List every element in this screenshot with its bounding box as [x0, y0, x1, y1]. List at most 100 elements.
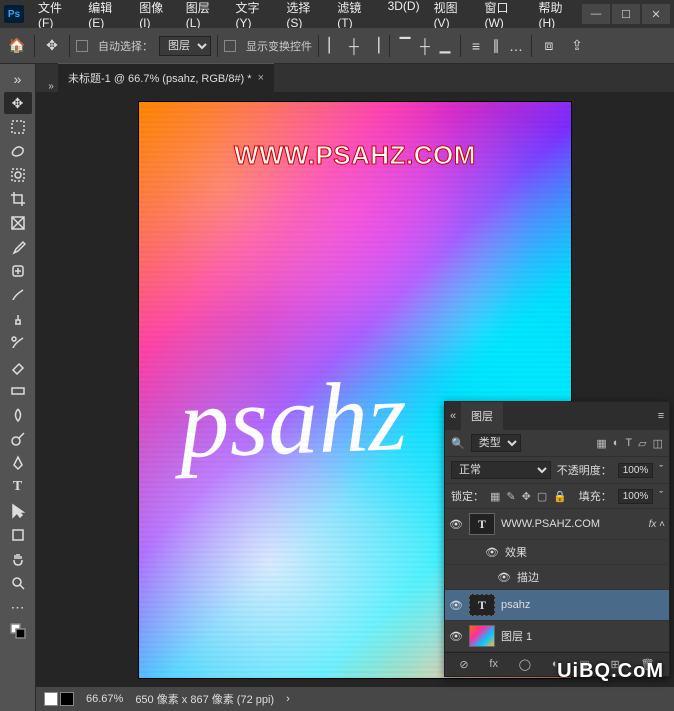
pen-tool[interactable]	[4, 452, 32, 474]
panel-menu-icon[interactable]: ≡	[653, 410, 669, 422]
fill-value[interactable]: 100%	[618, 489, 654, 504]
lock-label: 锁定：	[451, 488, 484, 504]
effect-name: 描边	[517, 569, 539, 585]
layer-item[interactable]: 👁 T psahz	[445, 590, 669, 621]
blend-mode-select[interactable]: 正常	[451, 461, 551, 479]
tab-title: 未标题-1 @ 66.7% (psahz, RGB/8#) *	[68, 70, 252, 86]
eraser-tool[interactable]	[4, 356, 32, 378]
align-right-icon[interactable]: ▕	[365, 35, 383, 57]
type-tool[interactable]: T	[4, 476, 32, 498]
layer-effect-item[interactable]: 👁 描边	[445, 565, 669, 590]
info-chevron-icon[interactable]: ›	[286, 693, 290, 705]
align-top-icon[interactable]: ▔	[396, 35, 414, 57]
filter-pixel-icon[interactable]: ▦	[596, 437, 606, 450]
distribute-v-icon[interactable]: ∥	[487, 35, 505, 57]
fill-label: 填充：	[579, 488, 612, 504]
opacity-label: 不透明度：	[557, 462, 612, 478]
visibility-icon[interactable]: 👁	[497, 571, 511, 584]
layers-panel-title[interactable]: 图层	[461, 402, 503, 430]
layer-name[interactable]: psahz	[501, 599, 530, 611]
filter-shape-icon[interactable]: ▱	[638, 437, 646, 450]
options-bar: 🏠 ✥ 自动选择： 图层 显示变换控件 ▏ ┼ ▕ ▔ ┼ ▁ ≡ ∥ … ⧈ …	[0, 28, 674, 64]
layer-thumb-type-icon: T	[469, 513, 495, 535]
color-swatches[interactable]	[4, 620, 32, 642]
stamp-tool[interactable]	[4, 308, 32, 330]
layer-item[interactable]: 👁 T WWW.PSAHZ.COM fx ˄	[445, 509, 669, 540]
align-center-v-icon[interactable]: ┼	[416, 35, 434, 57]
dodge-tool[interactable]	[4, 428, 32, 450]
close-tab-icon[interactable]: ×	[258, 72, 264, 84]
home-icon[interactable]: 🏠	[6, 35, 28, 57]
visibility-icon[interactable]: 👁	[485, 546, 499, 559]
lock-position-icon[interactable]: ✥	[522, 490, 531, 503]
edit-toolbar-icon[interactable]: ⋯	[4, 596, 32, 618]
window-max-icon[interactable]: ☐	[612, 4, 640, 24]
lock-pixels-icon[interactable]: ▦	[490, 490, 500, 503]
share-icon[interactable]: ⇪	[566, 35, 588, 57]
shape-tool[interactable]	[4, 524, 32, 546]
opacity-chevron-icon[interactable]: ˇ	[659, 464, 663, 476]
document-tab[interactable]: 未标题-1 @ 66.7% (psahz, RGB/8#) * ×	[58, 63, 274, 92]
blur-tool[interactable]	[4, 404, 32, 426]
hand-tool[interactable]	[4, 548, 32, 570]
link-layers-icon[interactable]: ⊘	[459, 658, 468, 671]
marquee-tool[interactable]	[4, 116, 32, 138]
lock-brush-icon[interactable]: ✎	[506, 490, 515, 503]
visibility-icon[interactable]: 👁	[449, 518, 463, 531]
collapse-panels-icon[interactable]: »	[44, 81, 58, 92]
panel-collapse-icon[interactable]: «	[445, 410, 461, 422]
lock-all-icon[interactable]: 🔒	[553, 490, 567, 503]
layer-item[interactable]: 👁 图层 1	[445, 621, 669, 652]
app-logo: Ps	[4, 5, 24, 23]
auto-select-checkbox[interactable]	[76, 40, 88, 52]
path-select-tool[interactable]	[4, 500, 32, 522]
layer-effects-header[interactable]: 👁 效果	[445, 540, 669, 565]
tools-panel: » ✥ T ⋯	[0, 64, 36, 711]
bg-color-swatch[interactable]	[60, 692, 74, 706]
auto-select-label: 自动选择：	[98, 38, 153, 54]
eyedropper-tool[interactable]	[4, 236, 32, 258]
layer-name[interactable]: 图层 1	[501, 628, 532, 644]
crop-tool[interactable]	[4, 188, 32, 210]
align-bottom-icon[interactable]: ▁	[436, 35, 454, 57]
filter-smart-icon[interactable]: ◫	[653, 437, 663, 450]
visibility-icon[interactable]: 👁	[449, 630, 463, 643]
auto-select-target[interactable]: 图层	[159, 36, 211, 56]
layer-mask-icon[interactable]: ◯	[519, 658, 531, 671]
window-min-icon[interactable]: —	[582, 4, 610, 24]
layer-name[interactable]: WWW.PSAHZ.COM	[501, 518, 600, 530]
window-close-icon[interactable]: ✕	[642, 4, 670, 24]
lock-artboard-icon[interactable]: ▢	[537, 490, 547, 503]
3d-mode-icon[interactable]: ⧈	[538, 35, 560, 57]
zoom-level[interactable]: 66.67%	[86, 693, 123, 705]
quick-select-tool[interactable]	[4, 164, 32, 186]
filter-type-icon[interactable]: T	[625, 437, 632, 449]
collapse-icon[interactable]: »	[4, 68, 32, 90]
distribute-h-icon[interactable]: ≡	[467, 35, 485, 57]
effects-label: 效果	[505, 544, 527, 560]
filter-adjust-icon[interactable]: ◐	[613, 437, 620, 449]
frame-tool[interactable]	[4, 212, 32, 234]
layer-filter-select[interactable]: 类型	[471, 434, 521, 452]
zoom-tool[interactable]	[4, 572, 32, 594]
show-transform-checkbox[interactable]	[224, 40, 236, 52]
layer-fx-badge[interactable]: fx ˄	[649, 519, 665, 530]
align-center-h-icon[interactable]: ┼	[345, 35, 363, 57]
fill-chevron-icon[interactable]: ˇ	[659, 490, 663, 502]
layer-style-icon[interactable]: fx	[489, 658, 498, 671]
more-align-icon[interactable]: …	[507, 35, 525, 57]
move-tool-icon[interactable]: ✥	[41, 35, 63, 57]
canvas-text-url: WWW.PSAHZ.COM	[139, 140, 571, 171]
gradient-tool[interactable]	[4, 380, 32, 402]
healing-tool[interactable]	[4, 260, 32, 282]
layer-thumb-image	[469, 625, 495, 647]
opacity-value[interactable]: 100%	[618, 463, 654, 478]
layers-panel[interactable]: « 图层 ≡ 🔍 类型 ▦ ◐ T ▱ ◫ 正常 不透明度： 100% ˇ 锁定…	[444, 401, 670, 677]
visibility-icon[interactable]: 👁	[449, 599, 463, 612]
align-left-icon[interactable]: ▏	[325, 35, 343, 57]
brush-tool[interactable]	[4, 284, 32, 306]
move-tool[interactable]: ✥	[4, 92, 32, 114]
lasso-tool[interactable]	[4, 140, 32, 162]
fg-color-swatch[interactable]	[44, 692, 58, 706]
history-brush-tool[interactable]	[4, 332, 32, 354]
